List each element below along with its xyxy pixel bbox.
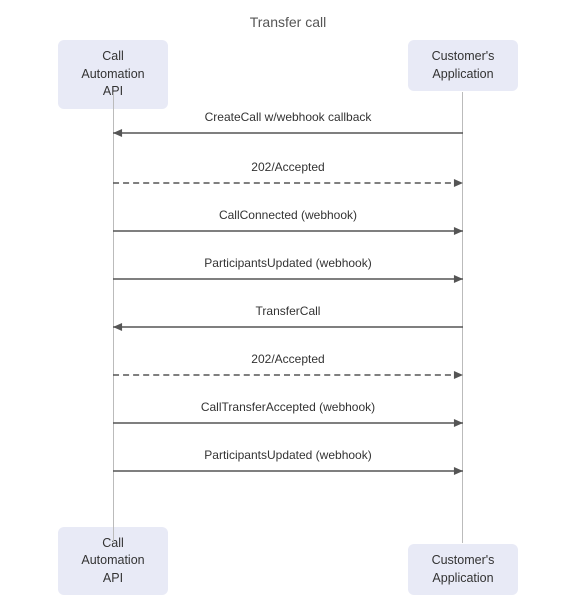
arrow-line xyxy=(113,321,463,335)
arrow-line xyxy=(113,417,463,431)
actor-top-right: Customer's Application xyxy=(408,40,518,91)
arrow-label: 202/Accepted xyxy=(251,352,324,366)
diagram-title: Transfer call xyxy=(250,14,327,30)
arrow-line xyxy=(113,177,463,191)
diagram-body: Call Automation API Customer's Applicati… xyxy=(48,40,528,595)
arrow-line xyxy=(113,465,463,479)
arrow-label: CallTransferAccepted (webhook) xyxy=(201,400,375,414)
arrow-row: 202/Accepted xyxy=(113,160,463,191)
arrow-label: TransferCall xyxy=(256,304,321,318)
arrow-line xyxy=(113,369,463,383)
arrow-row: 202/Accepted xyxy=(113,352,463,383)
arrow-line xyxy=(113,273,463,287)
arrow-label: CallConnected (webhook) xyxy=(219,208,357,222)
arrow-line xyxy=(113,225,463,239)
arrow-line xyxy=(113,127,463,141)
arrow-row: CallConnected (webhook) xyxy=(113,208,463,239)
actor-bot-right: Customer's Application xyxy=(408,544,518,595)
arrow-label: ParticipantsUpdated (webhook) xyxy=(204,256,371,270)
arrow-label: ParticipantsUpdated (webhook) xyxy=(204,448,371,462)
arrow-row: CreateCall w/webhook callback xyxy=(113,110,463,141)
arrow-row: TransferCall xyxy=(113,304,463,335)
diagram-container: Transfer call Call Automation API Custom… xyxy=(0,0,576,595)
arrow-label: 202/Accepted xyxy=(251,160,324,174)
arrow-row: ParticipantsUpdated (webhook) xyxy=(113,448,463,479)
arrow-row: ParticipantsUpdated (webhook) xyxy=(113,256,463,287)
arrow-row: CallTransferAccepted (webhook) xyxy=(113,400,463,431)
arrow-label: CreateCall w/webhook callback xyxy=(205,110,372,124)
